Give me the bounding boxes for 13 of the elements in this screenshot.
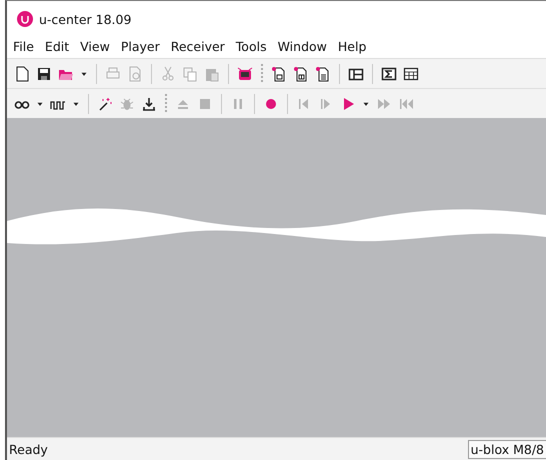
receiver-status: u-blox M8/8 [468, 440, 546, 458]
menu-item[interactable]: Edit [44, 39, 70, 54]
menu-item[interactable]: Help [338, 39, 366, 54]
window-title: u-center 18.09 [39, 12, 132, 26]
menu-item[interactable]: Window [278, 39, 327, 54]
menu-item[interactable]: File [13, 39, 34, 54]
app-logo-icon [17, 11, 33, 27]
receiver-device-icon[interactable] [236, 64, 254, 82]
menu-item[interactable]: Player [120, 39, 160, 54]
menu-item[interactable]: View [80, 39, 110, 54]
status-message: Ready [9, 442, 48, 456]
menu-item[interactable]: Tools [236, 39, 267, 54]
menu-item[interactable]: Receiver [170, 39, 225, 54]
